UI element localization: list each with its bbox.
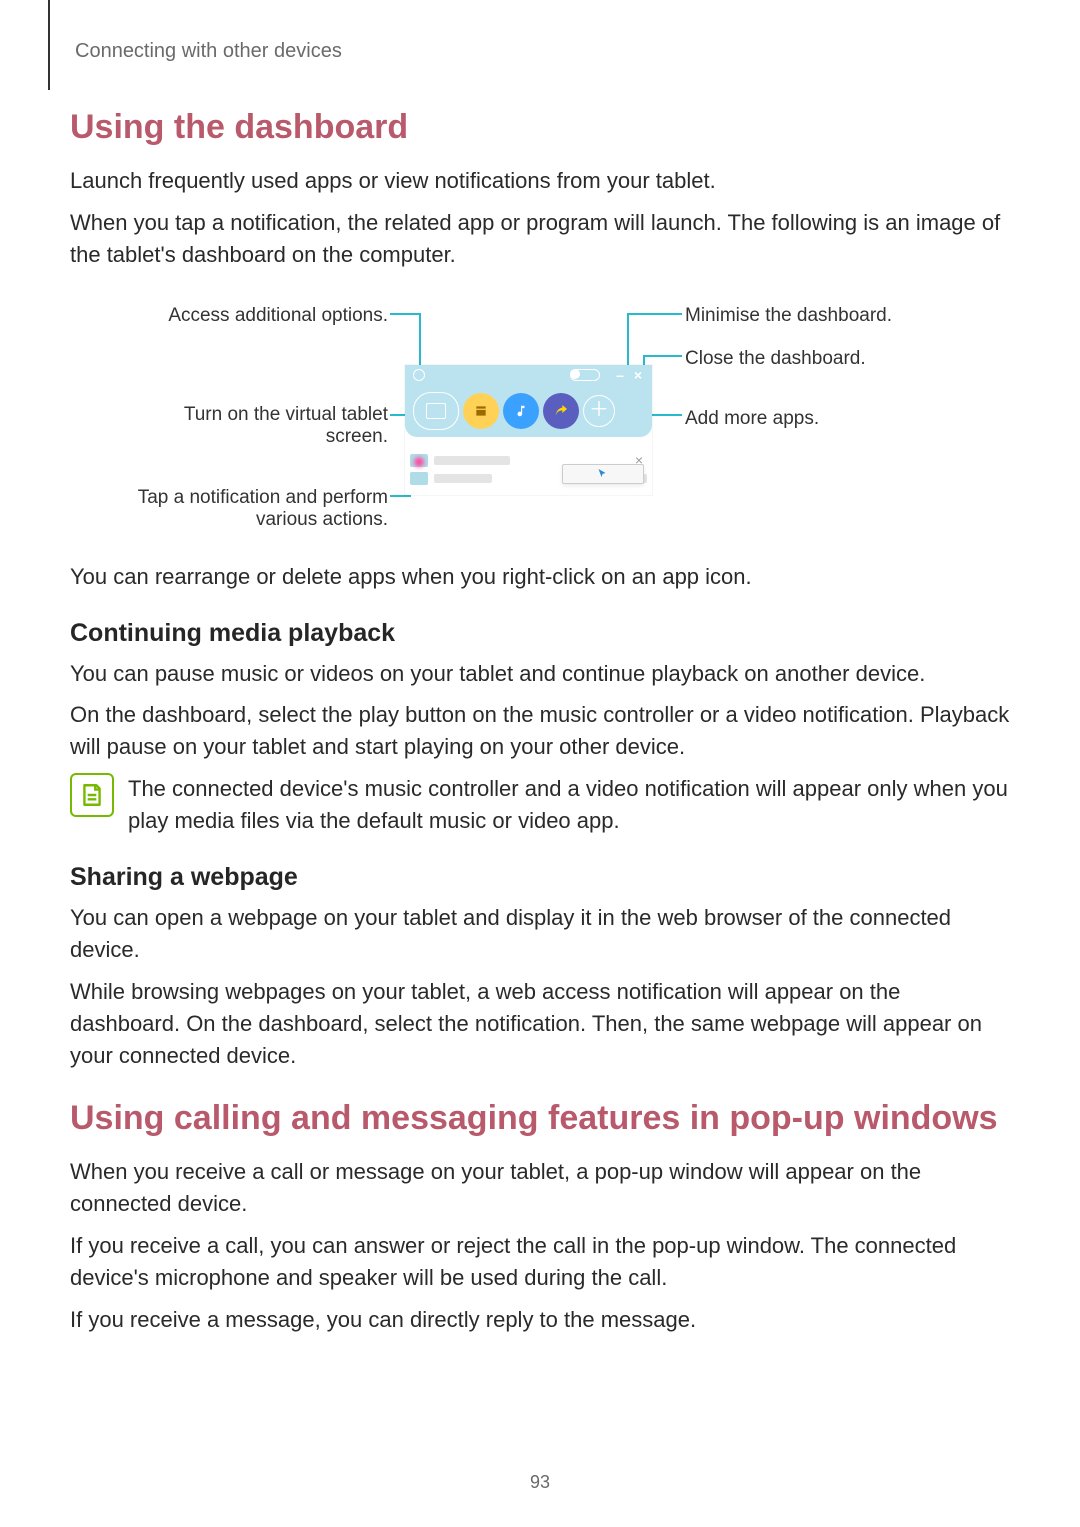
app-icon-browser[interactable] (463, 393, 499, 429)
minimise-button[interactable]: – (614, 367, 626, 383)
page-corner-rule (48, 0, 50, 90)
memo-icon (79, 782, 105, 808)
share-arrow-icon (553, 403, 569, 419)
heading-calling-messaging: Using calling and messaging features in … (70, 1099, 1010, 1138)
notification-thumbnail (410, 472, 428, 485)
callout-close: Close the dashboard. (685, 348, 985, 370)
note-icon (70, 773, 114, 817)
notification-text-line (434, 474, 492, 483)
media-p1: You can pause music or videos on your ta… (70, 658, 1010, 690)
cursor-icon (597, 468, 609, 480)
gear-icon[interactable] (413, 369, 425, 381)
browser-icon (474, 404, 488, 418)
note-block: The connected device's music controller … (70, 773, 1010, 837)
heading-sharing-webpage: Sharing a webpage (70, 863, 1010, 892)
callout-minimise: Minimise the dashboard. (685, 305, 985, 327)
media-p2: On the dashboard, select the play button… (70, 699, 1010, 763)
sharing-p2: While browsing webpages on your tablet, … (70, 976, 1010, 1072)
virtual-tablet-button[interactable] (413, 392, 459, 430)
heading-continuing-media: Continuing media playback (70, 619, 1010, 648)
add-app-button[interactable]: ＋ (583, 395, 615, 427)
calling-p3: If you receive a message, you can direct… (70, 1304, 1010, 1336)
calling-p2: If you receive a call, you can answer or… (70, 1230, 1010, 1294)
heading-using-dashboard: Using the dashboard (70, 108, 1010, 147)
calling-p1: When you receive a call or message on yo… (70, 1156, 1010, 1220)
callout-add-apps: Add more apps. (685, 408, 985, 430)
dashboard-rearrange-note: You can rearrange or delete apps when yo… (70, 561, 1010, 593)
sharing-p1: You can open a webpage on your tablet an… (70, 902, 1010, 966)
dashboard-intro-2: When you tap a notification, the related… (70, 207, 1010, 271)
power-toggle[interactable] (570, 369, 600, 381)
dashboard-titlebar: – × (405, 365, 652, 385)
breadcrumb: Connecting with other devices (75, 40, 1010, 63)
app-icon-share[interactable] (543, 393, 579, 429)
close-button[interactable]: × (632, 367, 644, 383)
callout-access-options: Access additional options. (118, 305, 388, 327)
tablet-icon (426, 403, 446, 419)
context-menu-hint (562, 464, 644, 484)
app-icon-music[interactable] (503, 393, 539, 429)
dashboard-app-row: ＋ (405, 385, 652, 437)
dashboard-window: – × ＋ (405, 365, 652, 495)
notification-text-line (434, 456, 510, 465)
dashboard-intro-1: Launch frequently used apps or view noti… (70, 165, 1010, 197)
dashboard-diagram: Access additional options. Turn on the v… (70, 287, 1010, 535)
page-number: 93 (0, 1472, 1080, 1493)
music-note-icon (514, 404, 528, 418)
callout-tap-notification: Tap a notification and perform various a… (70, 487, 388, 531)
notification-thumbnail (410, 454, 428, 467)
media-note-text: The connected device's music controller … (128, 773, 1010, 837)
callout-virtual-tablet: Turn on the virtual tablet screen. (118, 404, 388, 448)
